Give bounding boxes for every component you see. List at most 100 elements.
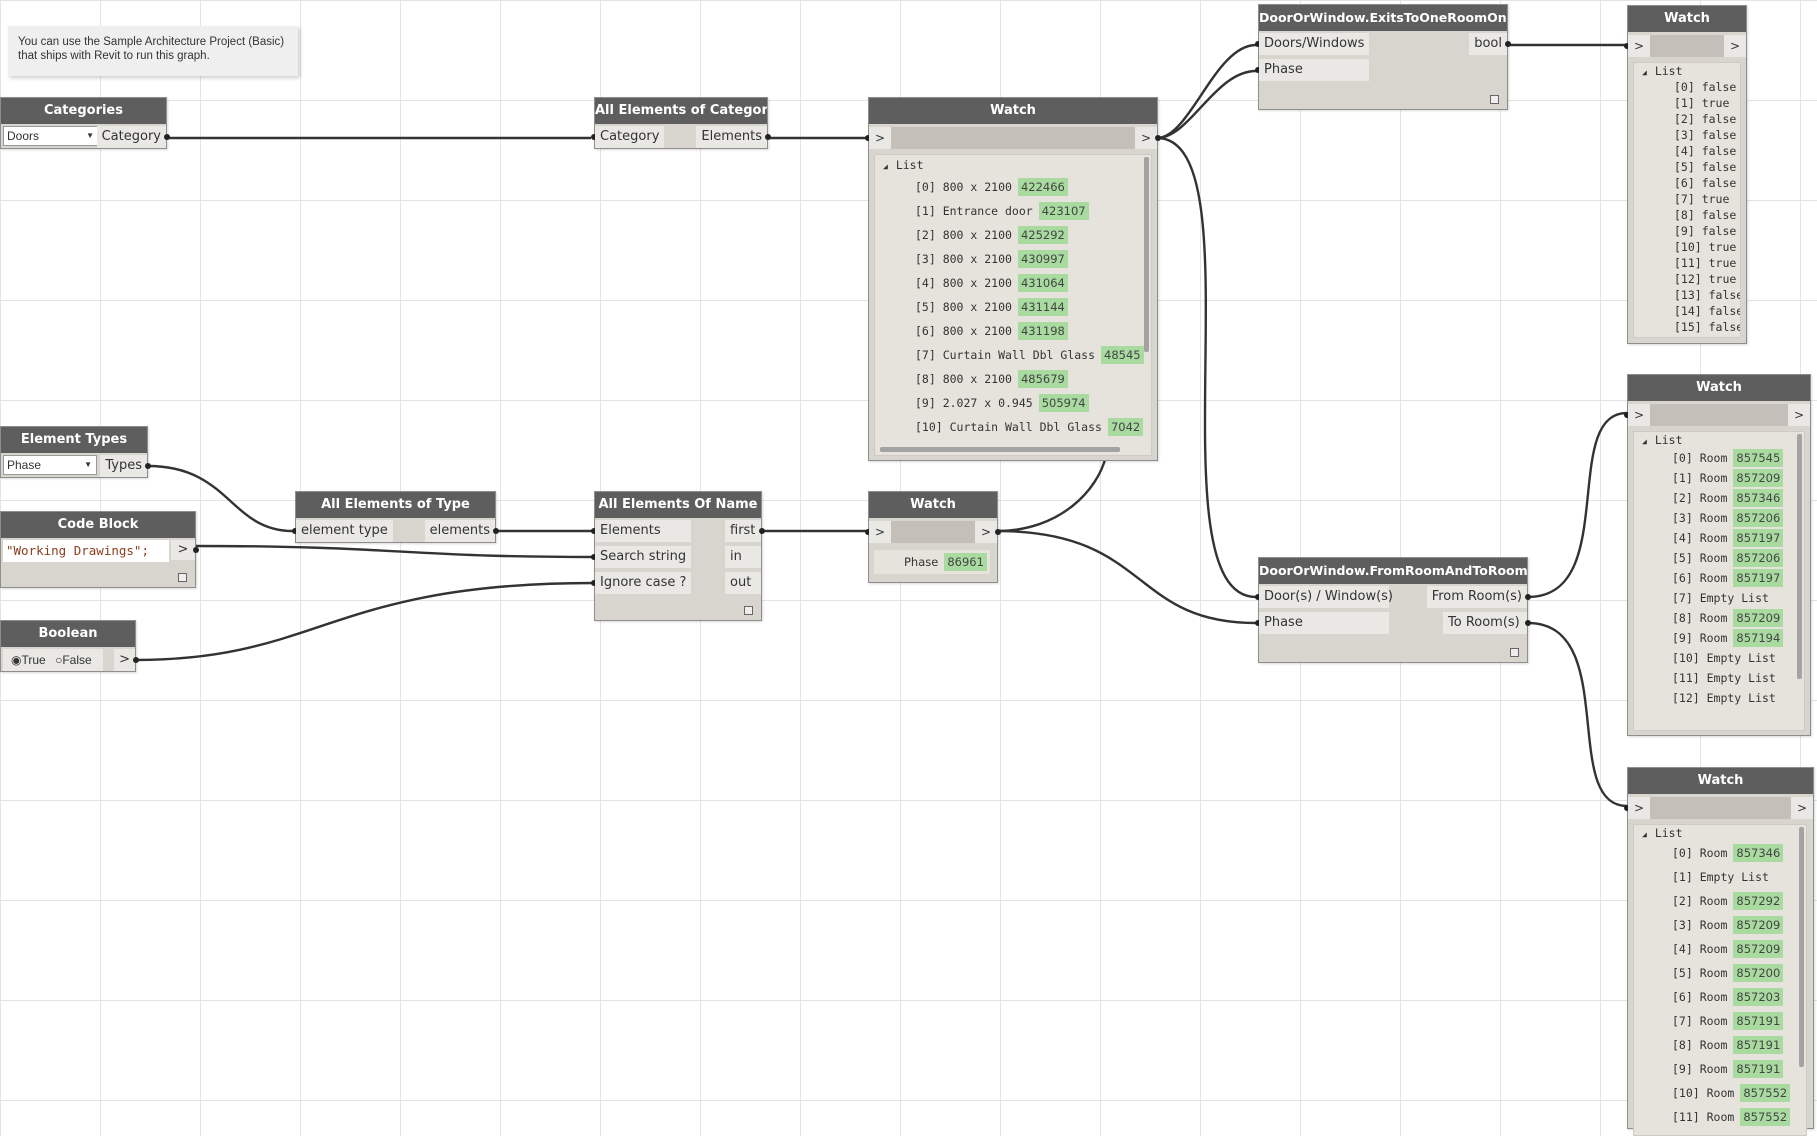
output-port-dot[interactable]	[759, 528, 765, 534]
input-port-search-string[interactable]: Search string	[595, 546, 691, 568]
list-header[interactable]: ◢ List	[1634, 432, 1804, 448]
watch-input-port[interactable]: >	[869, 127, 891, 149]
element-id-badge[interactable]: 857197	[1733, 569, 1784, 587]
list-item[interactable]: [4] 800 x 2100 431064	[875, 271, 1151, 295]
list-item[interactable]: [3] Room 857209	[1634, 913, 1806, 937]
element-types-node[interactable]: Element Types Phase ▼ Types	[0, 426, 151, 478]
list-item[interactable]: [6] Room 857203	[1634, 985, 1806, 1009]
input-port-phase[interactable]: Phase	[1259, 612, 1389, 634]
output-port-dot[interactable]	[1525, 620, 1531, 626]
node-title[interactable]: All Elements of Category	[595, 98, 767, 124]
input-port-phase[interactable]: Phase	[1259, 59, 1369, 81]
element-id-badge[interactable]: 857209	[1733, 469, 1784, 487]
element-id-badge[interactable]: 857346	[1733, 489, 1784, 507]
list-item[interactable]: [11] true	[1634, 255, 1740, 271]
output-port-bool[interactable]: >	[114, 649, 135, 671]
watch-input-port[interactable]: >	[1628, 35, 1650, 57]
element-id-badge[interactable]: 857545	[1733, 449, 1784, 467]
horizontal-scrollbar[interactable]	[880, 447, 1120, 452]
list-item[interactable]: [8] Room 857191	[1634, 1033, 1806, 1057]
categories-dropdown[interactable]: Doors ▼	[3, 126, 99, 146]
list-item[interactable]: [11] Room 857552	[1634, 1105, 1806, 1129]
list-header[interactable]: ◢ List	[1634, 63, 1740, 79]
element-id-badge[interactable]: 857203	[1733, 988, 1784, 1006]
element-id-badge[interactable]: 857206	[1733, 549, 1784, 567]
list-item[interactable]: [0] 800 x 2100 422466	[875, 175, 1151, 199]
node-title[interactable]: Code Block	[1, 512, 195, 538]
element-id-badge[interactable]: 857191	[1733, 1036, 1784, 1054]
node-title[interactable]: Categories	[1, 98, 166, 124]
watch-value-panel[interactable]: Phase 86961	[874, 550, 990, 574]
element-id-badge[interactable]: 485679	[1017, 370, 1068, 388]
list-item[interactable]: [1] Room 857209	[1634, 468, 1804, 488]
node-title[interactable]: All Elements Of Name	[595, 492, 761, 518]
watch-output-port[interactable]: >	[1724, 35, 1746, 57]
vertical-scrollbar[interactable]	[1799, 827, 1804, 1067]
node-title[interactable]: DoorOrWindow.FromRoomAndToRoom	[1259, 558, 1527, 584]
element-id-badge[interactable]: 86961	[944, 553, 987, 571]
categories-node[interactable]: Categories Doors ▼ Category	[0, 97, 170, 149]
watch-list-panel[interactable]: ◢ List [0] false [1] true [2] false [3] fals…	[1633, 62, 1741, 338]
list-item[interactable]: [5] Room 857206	[1634, 548, 1804, 568]
output-port-dot[interactable]	[145, 463, 151, 469]
element-id-badge[interactable]: 430997	[1017, 250, 1068, 268]
watch-node-elements[interactable]: Watch > > ◢ List [0] 800 x 2100 422466 [1] …	[865, 97, 1161, 461]
node-title[interactable]: Watch	[1628, 768, 1813, 794]
output-port-elements[interactable]: elements	[424, 520, 495, 542]
list-item[interactable]: [6] false	[1634, 175, 1740, 191]
output-port-dot[interactable]	[1505, 41, 1511, 47]
list-item[interactable]: [3] 800 x 2100 430997	[875, 247, 1151, 271]
input-port-doors-windows[interactable]: Doors/Windows	[1259, 33, 1369, 55]
list-item[interactable]: [2] false	[1634, 111, 1740, 127]
watch-list-panel[interactable]: ◢ List [0] Room 857346 [1] Empty List [2] Ro…	[1633, 824, 1807, 1136]
list-item[interactable]: [10] true	[1634, 239, 1740, 255]
node-title[interactable]: DoorOrWindow.ExitsToOneRoomOnly	[1259, 5, 1507, 31]
input-port-elements[interactable]: Elements	[595, 520, 691, 542]
output-port-bool[interactable]: bool	[1469, 33, 1507, 55]
watch-output-port[interactable]: >	[1791, 797, 1813, 819]
output-port-first[interactable]: first	[725, 520, 761, 542]
list-item[interactable]: [3] Room 857206	[1634, 508, 1804, 528]
watch-output-port[interactable]: >	[975, 521, 997, 543]
watch-node-to-rooms[interactable]: Watch > > ◢ List [0] Room 857346 [1] Empty …	[1624, 767, 1814, 1136]
radio-true[interactable]: ◉True	[11, 653, 46, 667]
watch-node-phase[interactable]: Watch > > Phase 86961	[865, 491, 1001, 583]
element-id-badge[interactable]: 857191	[1733, 1060, 1784, 1078]
list-item[interactable]: [9] Room 857191	[1634, 1057, 1806, 1081]
node-title[interactable]: Element Types	[1, 427, 147, 453]
list-item[interactable]: [1] true	[1634, 95, 1740, 111]
element-types-dropdown[interactable]: Phase ▼	[3, 455, 97, 475]
output-port-dot[interactable]	[1155, 135, 1161, 141]
element-id-badge[interactable]: 857552	[1740, 1108, 1791, 1126]
element-id-badge[interactable]: 857206	[1733, 509, 1784, 527]
from-room-and-to-room-node[interactable]: DoorOrWindow.FromRoomAndToRoom Door(s) /…	[1255, 557, 1531, 663]
list-item[interactable]: [7] Empty List	[1634, 588, 1804, 608]
exits-to-one-room-node[interactable]: DoorOrWindow.ExitsToOneRoomOnly Doors/Wi…	[1255, 4, 1511, 110]
list-item[interactable]: [4] Room 857197	[1634, 528, 1804, 548]
list-item[interactable]: [5] Room 857200	[1634, 961, 1806, 985]
element-id-badge[interactable]: 857200	[1733, 964, 1784, 982]
collapse-triangle-icon[interactable]: ◢	[1642, 437, 1647, 446]
input-port-ignore-case[interactable]: Ignore case ?	[595, 572, 691, 594]
all-elements-of-name-node[interactable]: All Elements Of Name Elements first Sear…	[591, 491, 765, 621]
code-editor[interactable]: "Working Drawings";	[3, 540, 169, 562]
node-title[interactable]: All Elements of Type	[296, 492, 495, 518]
watch-input-port[interactable]: >	[869, 521, 891, 543]
list-item[interactable]: [5] 800 x 2100 431144	[875, 295, 1151, 319]
watch-list-panel[interactable]: ◢ List [0] 800 x 2100 422466 [1] Entrance d…	[874, 154, 1152, 456]
input-port-doors-windows[interactable]: Door(s) / Window(s)	[1259, 586, 1393, 608]
list-item[interactable]: [0] Room 857346	[1634, 841, 1806, 865]
list-item[interactable]: [8] 800 x 2100 485679	[875, 367, 1151, 391]
input-port-category[interactable]: Category	[595, 126, 665, 148]
list-item[interactable]: [10] Empty List	[1634, 648, 1804, 668]
input-port-element-type[interactable]: element type	[296, 520, 393, 542]
watch-output-port[interactable]: >	[1135, 127, 1157, 149]
list-item[interactable]: [7] Curtain Wall Dbl Glass 48545	[875, 343, 1151, 367]
resize-handle-icon[interactable]	[178, 573, 187, 582]
element-id-badge[interactable]: 431198	[1017, 322, 1068, 340]
list-item[interactable]: [2] Room 857346	[1634, 488, 1804, 508]
element-id-badge[interactable]: 425292	[1017, 226, 1068, 244]
all-elements-of-type-node[interactable]: All Elements of Type element type elemen…	[292, 491, 499, 543]
list-item[interactable]: [5] false	[1634, 159, 1740, 175]
resize-handle-icon[interactable]	[1490, 95, 1499, 104]
